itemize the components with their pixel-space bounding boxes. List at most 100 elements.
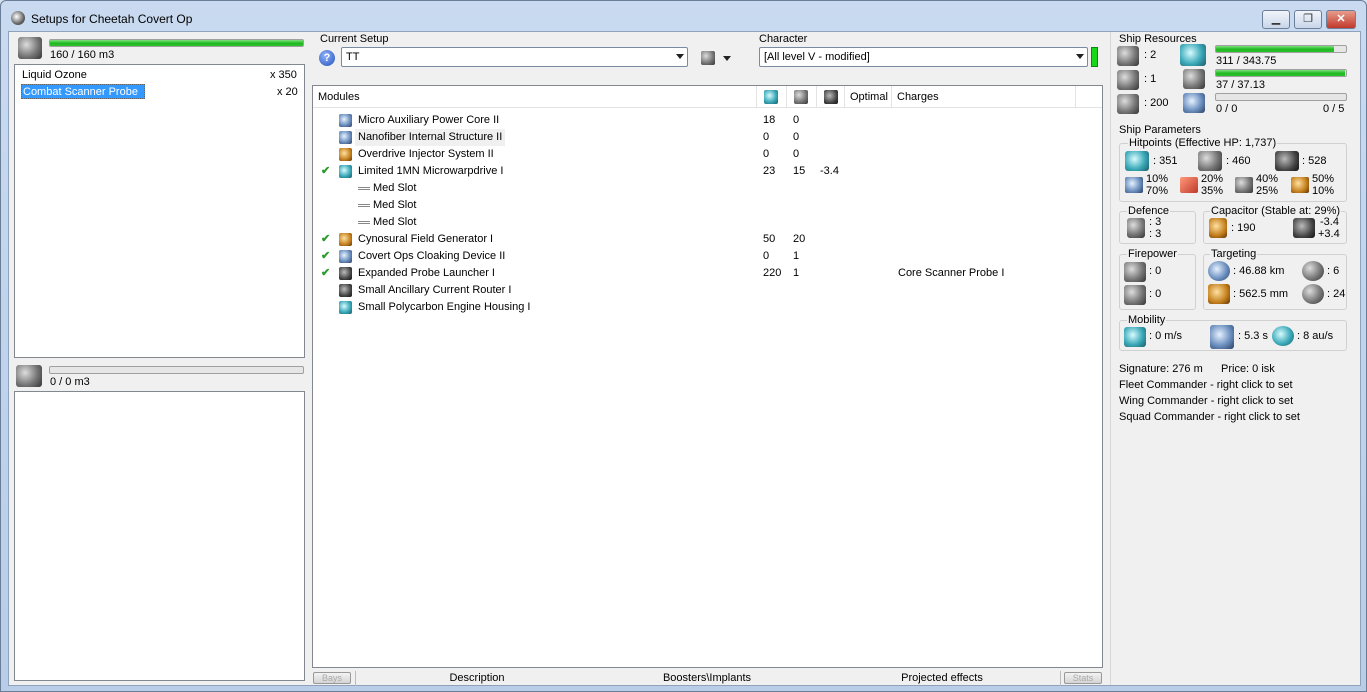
capacitor-delta-bottom: +3.4 xyxy=(1318,228,1340,240)
kinetic-resist-top: 40% xyxy=(1256,173,1279,185)
module-name: Med Slot xyxy=(355,214,419,231)
tab-description[interactable]: Description xyxy=(412,671,542,685)
em-resist-top: 10% xyxy=(1146,173,1169,185)
module-name: Covert Ops Cloaking Device II xyxy=(358,250,506,262)
table-row[interactable]: ✔ Limited 1MN Microwarpdrive I 23 15 -3.4 xyxy=(313,163,1102,180)
module-powergrid: 15 xyxy=(793,165,806,177)
launcher-hardpoints: : 1 xyxy=(1144,73,1157,85)
fleet-commander[interactable]: Fleet Commander - right click to set xyxy=(1119,379,1293,391)
current-setup-select[interactable]: TT xyxy=(341,47,688,67)
setup-menu-button[interactable] xyxy=(698,48,734,68)
minimize-button[interactable]: ▁ xyxy=(1262,10,1290,29)
thermal-resist-icon xyxy=(1180,177,1198,193)
table-row[interactable]: Overdrive Injector System II 0 0 xyxy=(313,146,1102,163)
drone-capacity-bar xyxy=(49,366,304,374)
targeting-range: : 46.88 km xyxy=(1233,265,1285,277)
character-status-indicator xyxy=(1091,47,1098,67)
col-modules[interactable]: Modules xyxy=(313,86,757,108)
align-time-icon xyxy=(1210,325,1234,349)
tank-icon xyxy=(1127,218,1145,238)
powergrid-bar xyxy=(1215,69,1347,77)
modules-table[interactable]: Modules Optimal Charges Micro Auxiliary … xyxy=(312,85,1103,668)
close-button[interactable]: ✕ xyxy=(1326,10,1356,29)
cpu-text: 311 / 343.75 xyxy=(1216,55,1277,67)
table-row[interactable]: Micro Auxiliary Power Core II 18 0 xyxy=(313,112,1102,129)
em-resist-icon xyxy=(1125,177,1143,193)
col-cpu[interactable] xyxy=(757,86,787,108)
drone-list[interactable] xyxy=(14,391,305,681)
tab-divider xyxy=(1060,671,1061,686)
calibration-icon xyxy=(1117,94,1139,114)
explosive-resist-icon xyxy=(1291,177,1309,193)
explosive-resist-bottom: 10% xyxy=(1312,185,1335,197)
hitpoints-label: Hitpoints (Effective HP: 1,737) xyxy=(1128,137,1278,149)
targeting-label: Targeting xyxy=(1210,248,1258,260)
warp-speed-icon xyxy=(1272,326,1294,346)
help-icon[interactable]: ? xyxy=(319,50,335,66)
empty-slot-icon xyxy=(358,220,370,224)
module-cpu: 50 xyxy=(763,233,776,245)
current-setup-label: Current Setup xyxy=(320,33,389,45)
capacitor-delta-top: -3.4 xyxy=(1320,216,1339,228)
targeting-range-icon xyxy=(1208,261,1230,281)
tab-projected-effects[interactable]: Projected effects xyxy=(872,671,1012,685)
module-icon xyxy=(339,250,352,263)
kinetic-resist-icon xyxy=(1235,177,1253,193)
sensor-strength: : 24 xyxy=(1327,288,1346,300)
wing-commander[interactable]: Wing Commander - right click to set xyxy=(1119,395,1293,407)
table-row[interactable]: ✔ Covert Ops Cloaking Device II 0 1 xyxy=(313,248,1102,265)
table-row[interactable]: Nanofiber Internal Structure II 0 0 xyxy=(313,129,1102,146)
table-row[interactable]: Med Slot xyxy=(313,197,1102,214)
module-cpu: 0 xyxy=(763,148,770,160)
armor-icon xyxy=(1198,151,1222,171)
drone-capacity-text: 0 / 0 m3 xyxy=(50,376,90,388)
tabs-next-button[interactable]: Stats xyxy=(1064,672,1102,684)
scan-resolution: : 562.5 mm xyxy=(1233,288,1289,300)
character-select[interactable]: [All level V - modified] xyxy=(759,47,1088,67)
tab-boosters-implants[interactable]: Boosters\Implants xyxy=(642,671,772,685)
cargo-list[interactable]: Liquid Ozone x 350 Combat Scanner Probe … xyxy=(14,64,305,358)
explosive-resist-top: 50% xyxy=(1312,173,1335,185)
col-capacitor[interactable] xyxy=(817,86,845,108)
ship-options-icon xyxy=(701,51,715,65)
list-item[interactable]: Liquid Ozone xyxy=(22,68,162,82)
table-row[interactable]: Med Slot xyxy=(313,214,1102,231)
launcher-hardpoint-icon xyxy=(1117,70,1139,90)
powergrid-icon xyxy=(794,90,808,104)
title-bar[interactable]: Setups for Cheetah Covert Op ▁ ❐ ✕ xyxy=(1,1,1366,31)
module-name: Cynosural Field Generator I xyxy=(358,233,494,245)
module-name: Expanded Probe Launcher I xyxy=(358,267,495,279)
module-icon xyxy=(339,233,352,246)
table-row[interactable]: ✔ Cynosural Field Generator I 50 20 xyxy=(313,231,1102,248)
character-label: Character xyxy=(759,33,808,45)
turret-hardpoints: : 2 xyxy=(1144,49,1157,61)
table-row[interactable]: Med Slot xyxy=(313,180,1102,197)
col-powergrid[interactable] xyxy=(787,86,817,108)
restore-button[interactable]: ❐ xyxy=(1294,10,1322,29)
max-targets-icon xyxy=(1302,261,1324,281)
module-powergrid: 0 xyxy=(793,114,800,126)
list-item-qty: x 350 xyxy=(270,69,297,81)
structure-hp: : 528 xyxy=(1302,155,1327,167)
fitted-check-icon: ✔ xyxy=(321,165,331,177)
module-cpu: 0 xyxy=(763,131,770,143)
module-name: Overdrive Injector System II xyxy=(358,148,494,160)
empty-slot-icon xyxy=(358,203,370,207)
table-row[interactable]: Small Ancillary Current Router I xyxy=(313,282,1102,299)
calibration: : 200 xyxy=(1144,97,1169,109)
turret-dps-icon xyxy=(1124,262,1146,282)
tabs-prev-button[interactable]: Bays xyxy=(313,672,351,684)
table-row[interactable]: Small Polycarbon Engine Housing I xyxy=(313,299,1102,316)
module-name: Small Polycarbon Engine Housing I xyxy=(358,301,531,313)
module-icon xyxy=(339,301,352,314)
firepower-bottom: : 0 xyxy=(1149,288,1162,300)
empty-slot-icon xyxy=(358,186,370,190)
table-row[interactable]: ✔ Expanded Probe Launcher I 220 1 Core Scann… xyxy=(313,265,1102,282)
col-optimal[interactable]: Optimal xyxy=(845,86,892,108)
list-item-selected[interactable]: Combat Scanner Probe I xyxy=(21,84,145,113)
turret-hardpoint-icon xyxy=(1117,46,1139,66)
squad-commander[interactable]: Squad Commander - right click to set xyxy=(1119,411,1300,423)
col-charges[interactable]: Charges xyxy=(892,86,1076,108)
tab-divider xyxy=(355,671,356,686)
thermal-resist-top: 20% xyxy=(1201,173,1224,185)
